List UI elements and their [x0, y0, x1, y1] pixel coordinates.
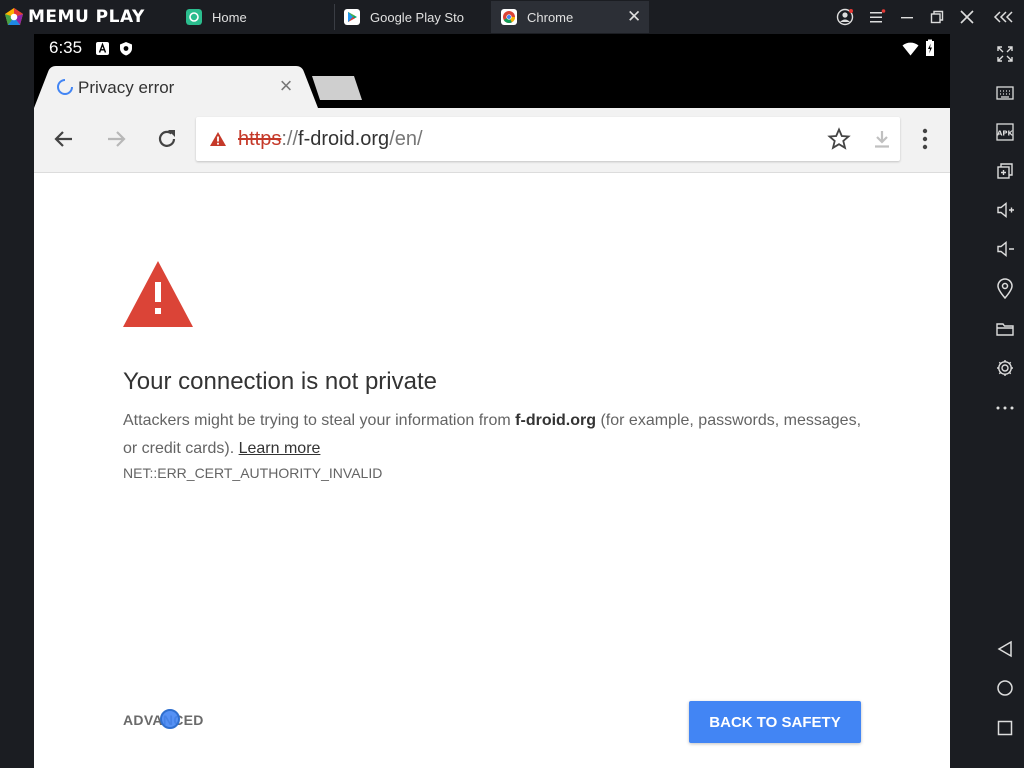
chrome-tab-active[interactable]: Privacy error × — [34, 66, 324, 108]
android-recents-icon[interactable] — [994, 717, 1016, 739]
memu-logo-icon — [5, 8, 23, 25]
forward-arrow-icon[interactable] — [101, 124, 131, 154]
emulator-sidebar: APK — [985, 34, 1024, 768]
address-bar[interactable]: https://f-droid.org/en/ — [196, 117, 900, 161]
chrome-tab-strip: Privacy error × — [34, 64, 950, 108]
emulator-tab-label: Google Play Store — [370, 9, 464, 25]
more-icon[interactable] — [994, 397, 1016, 419]
account-icon[interactable] — [836, 8, 854, 26]
emulator-tab-label: Chrome — [527, 9, 574, 25]
android-back-icon[interactable] — [994, 638, 1016, 660]
security-warning-icon — [210, 132, 226, 146]
android-home-icon[interactable] — [994, 677, 1016, 699]
emulator-tab-home[interactable]: Home — [176, 1, 334, 33]
url-host: f-droid.org — [298, 128, 390, 150]
error-title: Your connection is not private — [123, 368, 437, 395]
reload-icon[interactable] — [152, 124, 182, 154]
status-time: 6:35 — [49, 38, 83, 57]
chrome-toolbar: https://f-droid.org/en/ — [34, 108, 950, 172]
loading-spinner-icon — [57, 79, 73, 95]
collapse-sidebar-icon[interactable] — [993, 8, 1015, 26]
fullscreen-icon[interactable] — [994, 43, 1016, 65]
volume-down-icon[interactable] — [994, 238, 1016, 260]
apk-icon[interactable]: APK — [994, 121, 1016, 143]
android-screen: 6:35 Privacy error × https://f-droid.org… — [34, 34, 950, 768]
error-host: f-droid.org — [515, 412, 597, 429]
android-status-bar: 6:35 — [34, 34, 950, 64]
shield-icon — [120, 42, 132, 56]
emulator-tab-label: Home — [212, 9, 247, 25]
learn-more-link[interactable]: Learn more — [239, 440, 321, 457]
notification-a-icon — [96, 42, 109, 55]
add-window-icon[interactable] — [994, 160, 1016, 182]
restore-icon[interactable] — [928, 8, 946, 26]
back-arrow-icon[interactable] — [49, 124, 79, 154]
new-tab-button[interactable] — [312, 76, 364, 100]
settings-icon[interactable] — [994, 357, 1016, 379]
keyboard-icon[interactable] — [994, 82, 1016, 104]
close-tab-icon[interactable]: × — [274, 74, 298, 98]
url-scheme: https — [238, 128, 282, 150]
location-icon[interactable] — [994, 278, 1016, 300]
svg-text:APK: APK — [997, 130, 1014, 138]
volume-up-icon[interactable] — [994, 199, 1016, 221]
close-tab-icon[interactable]: ✕ — [627, 7, 641, 27]
url-separator: :// — [281, 128, 299, 150]
error-description: Attackers might be trying to steal your … — [123, 407, 863, 463]
touch-indicator — [160, 709, 180, 729]
error-description-text: Attackers might be trying to steal your … — [123, 412, 516, 429]
folder-icon[interactable] — [994, 318, 1016, 340]
interstitial-page: Your connection is not private Attackers… — [34, 172, 950, 768]
warning-triangle-icon — [123, 261, 193, 327]
play-store-icon — [344, 9, 360, 25]
memu-brand-text: MEMU PLAY — [28, 7, 145, 27]
back-to-safety-button[interactable]: BACK TO SAFETY — [689, 701, 861, 743]
chrome-tab-title: Privacy error — [78, 78, 175, 97]
home-app-icon — [186, 9, 202, 25]
chrome-app-icon — [501, 9, 517, 25]
url-path: /en/ — [389, 128, 423, 150]
wifi-icon — [902, 42, 919, 56]
memu-logo: MEMU PLAY — [4, 6, 145, 28]
url-text: https://f-droid.org/en/ — [238, 128, 423, 151]
menu-icon[interactable] — [868, 8, 886, 26]
download-icon[interactable] — [870, 127, 894, 151]
minimize-icon[interactable] — [898, 8, 916, 26]
emulator-tab-chrome[interactable]: Chrome ✕ — [491, 1, 649, 33]
battery-icon — [926, 39, 934, 56]
error-code: NET::ERR_CERT_AUTHORITY_INVALID — [123, 465, 383, 481]
close-window-icon[interactable] — [958, 8, 976, 26]
overflow-menu-icon[interactable] — [910, 124, 940, 154]
bookmark-star-icon[interactable] — [827, 127, 851, 151]
emulator-tab-play-store[interactable]: Google Play Store — [334, 1, 490, 33]
emulator-title-bar: MEMU PLAY Home Google Play Store Chrome … — [0, 0, 1024, 34]
